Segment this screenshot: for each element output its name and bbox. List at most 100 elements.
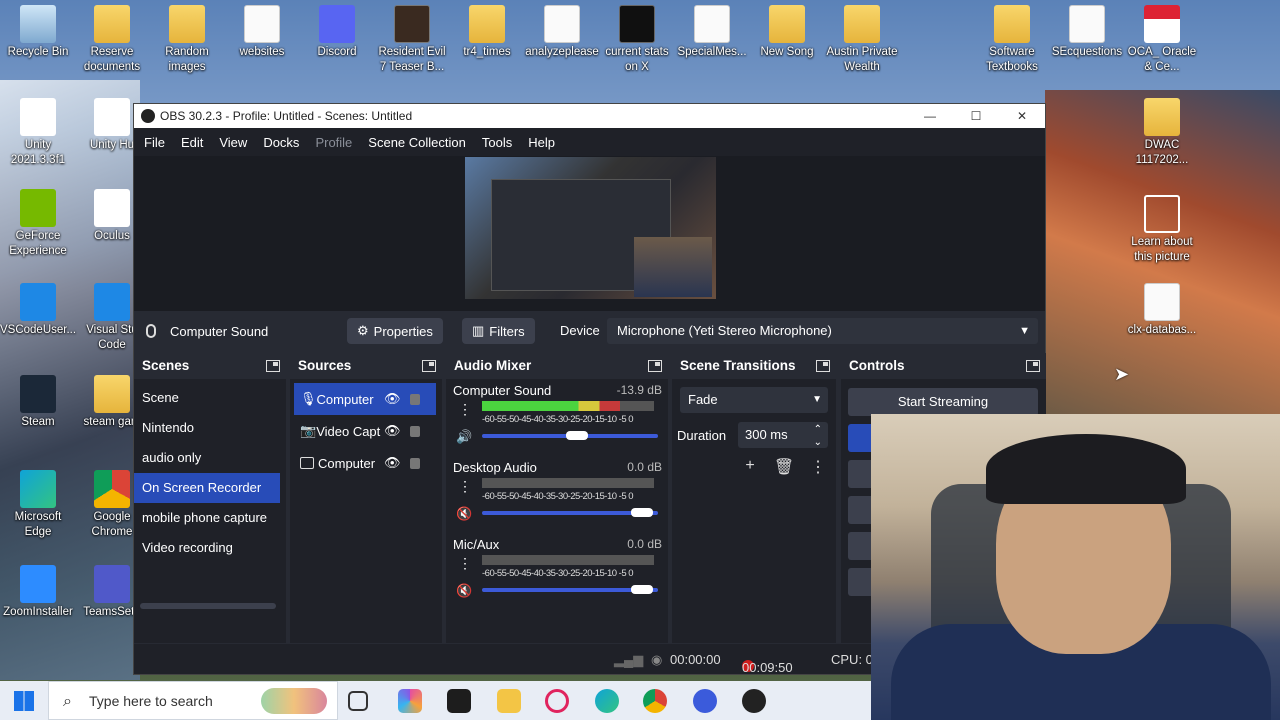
- obs-icon[interactable]: [742, 689, 766, 713]
- desktop-icon[interactable]: tr4_times: [449, 5, 525, 60]
- desktop-icon[interactable]: SpecialMes...: [674, 5, 750, 60]
- minimize-button[interactable]: —: [907, 104, 953, 128]
- volume-slider[interactable]: [482, 508, 658, 517]
- transition-menu-button[interactable]: ⋮: [804, 457, 832, 477]
- title-bar[interactable]: OBS 30.2.3 - Profile: Untitled - Scenes:…: [134, 104, 1045, 128]
- volume-slider[interactable]: [482, 431, 658, 440]
- desktop-icon-label: Microsoft Edge: [14, 511, 62, 538]
- duration-input[interactable]: 300 ms ⌃ ⌄: [738, 422, 828, 448]
- maximize-button[interactable]: ☐: [953, 104, 999, 128]
- desktop-icon-label: Visual Stu Code: [86, 324, 138, 351]
- desktop-icon[interactable]: Microsoft Edge: [0, 470, 76, 540]
- undock-icon[interactable]: [816, 360, 830, 372]
- desktop-icon[interactable]: ZoomInstaller: [0, 565, 76, 620]
- menu-scene-collection[interactable]: Scene Collection: [360, 135, 474, 150]
- desktop-icon-label: Resident Evil 7 Teaser B...: [378, 46, 446, 73]
- muted-speaker-icon[interactable]: 🔇: [456, 583, 472, 599]
- desktop-icon[interactable]: Steam: [0, 375, 76, 430]
- desktop-icon[interactable]: SEcquestions: [1049, 5, 1125, 60]
- weather-widget-icon[interactable]: [261, 688, 327, 714]
- folder-icon: [994, 5, 1030, 43]
- channel-menu-icon[interactable]: ⋮: [458, 478, 472, 495]
- source-item[interactable]: 📷 Video Capt 👁: [290, 415, 442, 447]
- chrome-icon[interactable]: [643, 689, 667, 713]
- app-icon[interactable]: [447, 689, 471, 713]
- document-icon: [544, 5, 580, 43]
- source-item[interactable]: Computer 👁: [290, 447, 442, 479]
- app-icon[interactable]: [693, 689, 717, 713]
- desktop-icon[interactable]: analyzeplease: [524, 5, 600, 60]
- desktop-icon[interactable]: VSCodeUser...: [0, 283, 76, 338]
- scene-item[interactable]: Video recording: [134, 533, 286, 563]
- desktop-icon[interactable]: Austin Private Wealth: [824, 5, 900, 75]
- desktop-icon[interactable]: Discord: [299, 5, 375, 60]
- undock-icon[interactable]: [422, 360, 436, 372]
- task-view-icon[interactable]: [348, 691, 368, 711]
- desktop-icon-label: websites: [239, 46, 285, 58]
- volume-slider[interactable]: [482, 585, 658, 594]
- undock-icon[interactable]: [648, 360, 662, 372]
- desktop-icon[interactable]: DWAC 1117202...: [1124, 98, 1200, 168]
- menu-help[interactable]: Help: [520, 135, 563, 150]
- close-button[interactable]: ✕: [999, 104, 1045, 128]
- desktop-icon[interactable]: GeForce Experience: [0, 189, 76, 259]
- eye-icon[interactable]: 👁: [384, 391, 401, 407]
- source-item-selected[interactable]: 🎙 Computer 👁: [294, 383, 436, 415]
- taskbar-search[interactable]: ⌕ Type here to search: [48, 681, 338, 720]
- folder-icon: [844, 5, 880, 43]
- speaker-icon[interactable]: 🔊: [456, 429, 472, 445]
- volume-slider-handle[interactable]: [630, 585, 653, 594]
- program-preview[interactable]: [465, 157, 716, 299]
- opera-icon[interactable]: [545, 689, 569, 713]
- scenes-scrollbar[interactable]: [140, 603, 276, 609]
- channel-menu-icon[interactable]: ⋮: [458, 401, 472, 418]
- channel-menu-icon[interactable]: ⋮: [458, 555, 472, 572]
- filters-button[interactable]: ▥ Filters: [462, 318, 535, 344]
- scene-item[interactable]: audio only: [134, 443, 286, 473]
- desktop-icon[interactable]: websites: [224, 5, 300, 60]
- file-explorer-icon[interactable]: [497, 689, 521, 713]
- desktop-icon[interactable]: clx-databas...: [1124, 283, 1200, 338]
- scene-item-selected[interactable]: On Screen Recorder: [134, 473, 280, 503]
- desktop-icon[interactable]: Unity 2021.3.3f1: [0, 98, 76, 168]
- desktop-icon[interactable]: current stats on X: [599, 5, 675, 75]
- properties-button[interactable]: ⚙ Properties: [347, 318, 443, 344]
- add-transition-button[interactable]: +: [736, 457, 764, 477]
- lock-icon[interactable]: [410, 393, 420, 405]
- desktop-icon[interactable]: Learn about this picture: [1124, 195, 1200, 265]
- edge-icon[interactable]: [595, 689, 619, 713]
- lock-icon[interactable]: [410, 457, 420, 469]
- scene-item[interactable]: Nintendo: [134, 413, 286, 443]
- desktop-icon[interactable]: Software Textbooks: [974, 5, 1050, 75]
- spin-down-icon[interactable]: ⌄: [814, 430, 822, 456]
- eye-icon[interactable]: 👁: [384, 455, 401, 471]
- menu-docks[interactable]: Docks: [255, 135, 307, 150]
- volume-slider-handle[interactable]: [565, 431, 588, 440]
- menu-edit[interactable]: Edit: [173, 135, 211, 150]
- copilot-icon[interactable]: [398, 689, 422, 713]
- scene-item[interactable]: mobile phone capture: [134, 503, 286, 533]
- menu-view[interactable]: View: [211, 135, 255, 150]
- desktop-icon[interactable]: Resident Evil 7 Teaser B...: [374, 5, 450, 75]
- start-streaming-button[interactable]: Start Streaming: [848, 388, 1038, 416]
- desktop-icon-label: Learn about this picture: [1131, 236, 1193, 263]
- muted-speaker-icon[interactable]: 🔇: [456, 506, 472, 522]
- device-select[interactable]: Microphone (Yeti Stereo Microphone) ▼: [607, 318, 1038, 344]
- desktop-icon[interactable]: OCA_ Oracle & Ce...: [1124, 5, 1200, 75]
- desktop-icon[interactable]: Recycle Bin: [0, 5, 76, 60]
- desktop-icon[interactable]: Reserve documents: [74, 5, 150, 75]
- undock-icon[interactable]: [1026, 360, 1040, 372]
- desktop-icon[interactable]: Random images: [149, 5, 225, 75]
- eye-icon[interactable]: 👁: [384, 423, 401, 439]
- transition-select[interactable]: Fade ▼: [680, 387, 828, 413]
- windows-start-icon[interactable]: [14, 691, 34, 711]
- desktop-icon[interactable]: New Song: [749, 5, 825, 60]
- scene-item[interactable]: Scene: [134, 383, 286, 413]
- menu-file[interactable]: File: [136, 135, 173, 150]
- remove-transition-button[interactable]: 🗑: [764, 457, 804, 477]
- lock-icon[interactable]: [410, 425, 420, 437]
- undock-icon[interactable]: [266, 360, 280, 372]
- menu-tools[interactable]: Tools: [474, 135, 520, 150]
- menu-profile[interactable]: Profile: [307, 135, 360, 150]
- volume-slider-handle[interactable]: [630, 508, 653, 517]
